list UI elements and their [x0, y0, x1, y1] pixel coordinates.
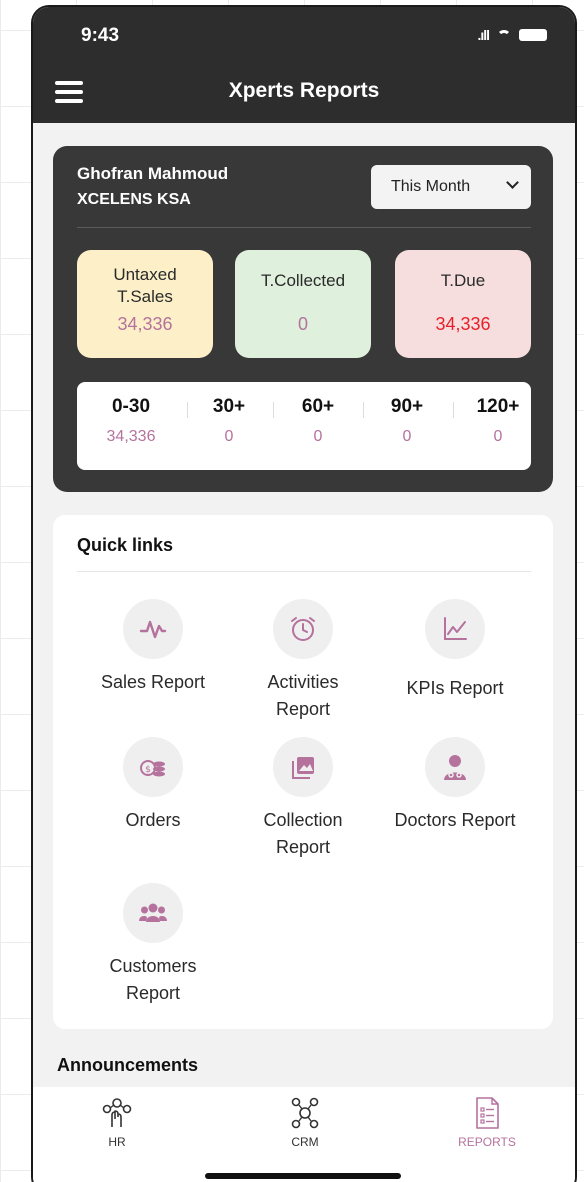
aging-bucket-amount: 0: [313, 428, 323, 445]
divider: [77, 227, 531, 228]
aging-separator: [187, 402, 188, 418]
home-indicator: [205, 1173, 401, 1179]
aging-bucket-label: 90+: [390, 396, 424, 417]
aging-bucket-0-30[interactable]: 0-30 34,336: [91, 396, 171, 446]
battery-icon: [519, 29, 547, 41]
sales-label: T.Sales: [117, 287, 173, 306]
aging-separator: [363, 402, 364, 418]
aging-bucket-label: 0-30: [111, 396, 151, 417]
line-chart-icon: [425, 599, 485, 659]
aging-buckets: 0-30 34,336 30+ 0 60+ 0 90+ 0 120+ 0: [77, 382, 531, 470]
nav-item-crm[interactable]: CRM: [255, 1095, 355, 1149]
aging-bucket-30[interactable]: 30+ 0: [189, 396, 269, 446]
quick-links-title: Quick links: [77, 535, 174, 555]
pulse-icon: [123, 599, 183, 659]
sales-summary-card: Ghofran Mahmoud XCELENS KSA This Month U…: [53, 146, 553, 492]
quick-link-collection-report[interactable]: Collection Report: [223, 737, 383, 861]
aging-bucket-amount: 0: [493, 428, 503, 445]
status-time: 9:43: [81, 25, 120, 46]
quick-link-label: Collection: [263, 810, 343, 830]
period-dropdown[interactable]: This Month: [371, 165, 531, 209]
aging-separator: [453, 402, 454, 418]
aging-bucket-90[interactable]: 90+ 0: [367, 396, 447, 446]
collected-value: 0: [297, 314, 308, 334]
announcements-title: Announcements: [57, 1055, 199, 1075]
company-name: XCELENS KSA: [77, 191, 191, 208]
quick-link-label: Sales Report: [100, 672, 206, 692]
nav-label-reports: REPORTS: [458, 1135, 516, 1149]
alarm-clock-icon: [273, 599, 333, 659]
status-icons: .ıll: [477, 27, 547, 43]
aging-bucket-amount: 0: [224, 428, 234, 445]
untaxed-sales-tile[interactable]: Untaxed T.Sales 34,336: [77, 250, 213, 358]
quick-link-label: Activities: [267, 672, 339, 692]
quick-link-customers-report[interactable]: Customers Report: [73, 883, 233, 1007]
nav-item-reports[interactable]: REPORTS: [437, 1095, 537, 1149]
due-tile[interactable]: T.Due 34,336: [395, 250, 531, 358]
chevron-down-icon: [506, 176, 519, 189]
untaxed-label: Untaxed: [113, 265, 177, 284]
due-value: 34,336: [435, 314, 491, 334]
quick-link-activities-report[interactable]: Activities Report: [223, 599, 383, 723]
crm-network-icon: [291, 1097, 319, 1129]
aging-bucket-label: 60+: [301, 396, 335, 417]
aging-bucket-amount: 0: [402, 428, 412, 445]
nav-label-hr: HR: [108, 1135, 126, 1149]
wifi-icon: [497, 30, 511, 40]
quick-link-label: KPIs Report: [406, 678, 504, 698]
aging-bucket-amount: 34,336: [106, 428, 156, 445]
aging-bucket-60[interactable]: 60+ 0: [278, 396, 358, 446]
hr-network-icon: [102, 1098, 132, 1127]
quick-link-label: Orders: [125, 810, 181, 830]
app-header: 9:43 .ıll Xperts Reports: [33, 7, 575, 123]
quick-link-label-line2: Report: [125, 983, 181, 1003]
aging-bucket-120[interactable]: 120+ 0: [458, 396, 538, 446]
aging-bucket-label: 120+: [476, 396, 520, 417]
sales-value: 34,336: [117, 314, 173, 334]
quick-link-orders[interactable]: $ Orders: [73, 737, 233, 834]
collected-tile[interactable]: T.Collected 0: [235, 250, 371, 358]
quick-link-kpis-report[interactable]: KPIs Report: [375, 599, 535, 702]
quick-link-label: Customers: [109, 956, 197, 976]
svg-text:$: $: [145, 765, 151, 775]
quick-link-sales-report[interactable]: Sales Report: [73, 599, 233, 696]
report-document-icon: [476, 1097, 499, 1129]
aging-bucket-label: 30+: [212, 396, 246, 417]
quick-link-label: Doctors Report: [394, 810, 516, 830]
phone-frame: 9:43 .ıll Xperts Reports Ghofran Mahmoud…: [31, 5, 577, 1182]
quick-links-card: Quick links Sales Report Activities Repo…: [53, 515, 553, 1029]
image-gallery-icon: [273, 737, 333, 797]
quick-link-label-line2: Report: [275, 699, 331, 719]
doctor-icon: [425, 737, 485, 797]
divider: [77, 571, 531, 572]
quick-link-label-line2: Report: [275, 837, 331, 857]
page-title: Xperts Reports: [228, 79, 380, 102]
quick-link-doctors-report[interactable]: Doctors Report: [375, 737, 535, 834]
coins-icon: $: [123, 737, 183, 797]
aging-separator: [273, 402, 274, 418]
bottom-nav: HR CRM REPORTS: [33, 1087, 575, 1182]
nav-item-hr[interactable]: HR: [67, 1095, 167, 1149]
users-icon: [123, 883, 183, 943]
nav-label-crm: CRM: [291, 1135, 319, 1149]
user-name: Ghofran Mahmoud: [77, 164, 229, 183]
collected-label: T.Collected: [260, 271, 346, 290]
signal-icon: .ıll: [477, 27, 490, 43]
period-value: This Month: [391, 178, 471, 195]
due-label: T.Due: [440, 271, 486, 290]
